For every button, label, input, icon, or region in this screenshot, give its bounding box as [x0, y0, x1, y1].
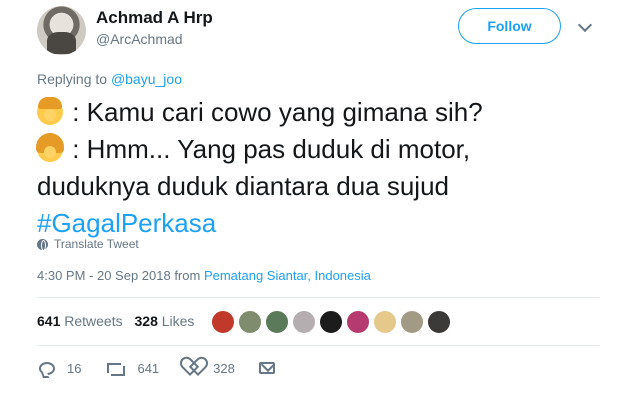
author-handle[interactable]: @ArcAchmad [96, 31, 183, 47]
liker-avatar[interactable] [292, 310, 316, 334]
replying-to: Replying to @bayu_joo [37, 71, 182, 87]
envelope-icon [258, 362, 275, 374]
follow-button[interactable]: Follow [458, 8, 561, 44]
reply-count: 16 [67, 360, 82, 376]
retweets-count: 641 [37, 313, 61, 329]
liker-avatar[interactable] [238, 310, 262, 334]
liker-avatar[interactable] [373, 310, 397, 334]
like-button[interactable]: 328 [183, 360, 235, 376]
tweet-line-2-text: : Hmm... Yang pas duduk di motor, [72, 134, 471, 164]
boy-emoji-icon [37, 97, 63, 125]
translate-label[interactable]: Translate Tweet [54, 237, 139, 251]
tweet-actions: 16 641 328 [39, 360, 299, 376]
divider [37, 345, 600, 346]
tweet-timestamp: 4:30 PM - 20 Sep 2018 from Pematang Sian… [37, 268, 371, 283]
retweet-icon [105, 362, 126, 376]
liker-avatar[interactable] [427, 310, 451, 334]
likes-count: 328 [134, 313, 158, 329]
retweet-button[interactable]: 641 [105, 361, 159, 376]
girl-emoji-icon [36, 133, 64, 162]
timestamp-time: 4:30 PM - 20 Sep 2018 from [37, 268, 204, 283]
heart-icon [183, 360, 201, 376]
tweet-line-1: : Kamu cari cowo yang gimana sih? [37, 94, 617, 131]
retweets-stat[interactable]: 641 Retweets [37, 313, 123, 329]
reply-icon [39, 361, 55, 375]
liker-avatar[interactable] [211, 310, 235, 334]
retweet-count: 641 [137, 360, 160, 376]
tweet-line-1-text: : Kamu cari cowo yang gimana sih? [72, 97, 483, 127]
translate-tweet[interactable]: Translate Tweet [37, 237, 139, 251]
tweet-line-3: duduknya duduk diantara dua sujud [37, 171, 449, 201]
liker-avatar[interactable] [319, 310, 343, 334]
author-avatar[interactable] [37, 6, 86, 55]
retweets-label: Retweets [60, 313, 123, 329]
like-count: 328 [213, 360, 235, 376]
liker-avatar[interactable] [400, 310, 424, 334]
tweet-line-2: : Hmm... Yang pas duduk di motor, [36, 131, 617, 168]
replying-prefix: Replying to [37, 71, 111, 87]
tweet-stats: 641 Retweets 328 Likes [37, 313, 202, 329]
direct-message-button[interactable] [258, 362, 275, 374]
chevron-down-icon[interactable] [577, 17, 593, 33]
location-link[interactable]: Pematang Siantar, Indonesia [204, 268, 371, 283]
likes-stat[interactable]: 328 Likes [135, 313, 195, 329]
reply-mention-link[interactable]: @bayu_joo [111, 71, 182, 87]
reply-button[interactable]: 16 [39, 361, 81, 376]
liker-avatar[interactable] [346, 310, 370, 334]
globe-icon [37, 238, 48, 251]
tweet-text: : Kamu cari cowo yang gimana sih? : Hmm.… [36, 94, 617, 242]
likes-label: Likes [157, 313, 195, 329]
divider [37, 297, 600, 298]
author-name[interactable]: Achmad A Hrp [96, 8, 213, 28]
liker-avatars [211, 310, 454, 334]
liker-avatar[interactable] [265, 310, 289, 334]
